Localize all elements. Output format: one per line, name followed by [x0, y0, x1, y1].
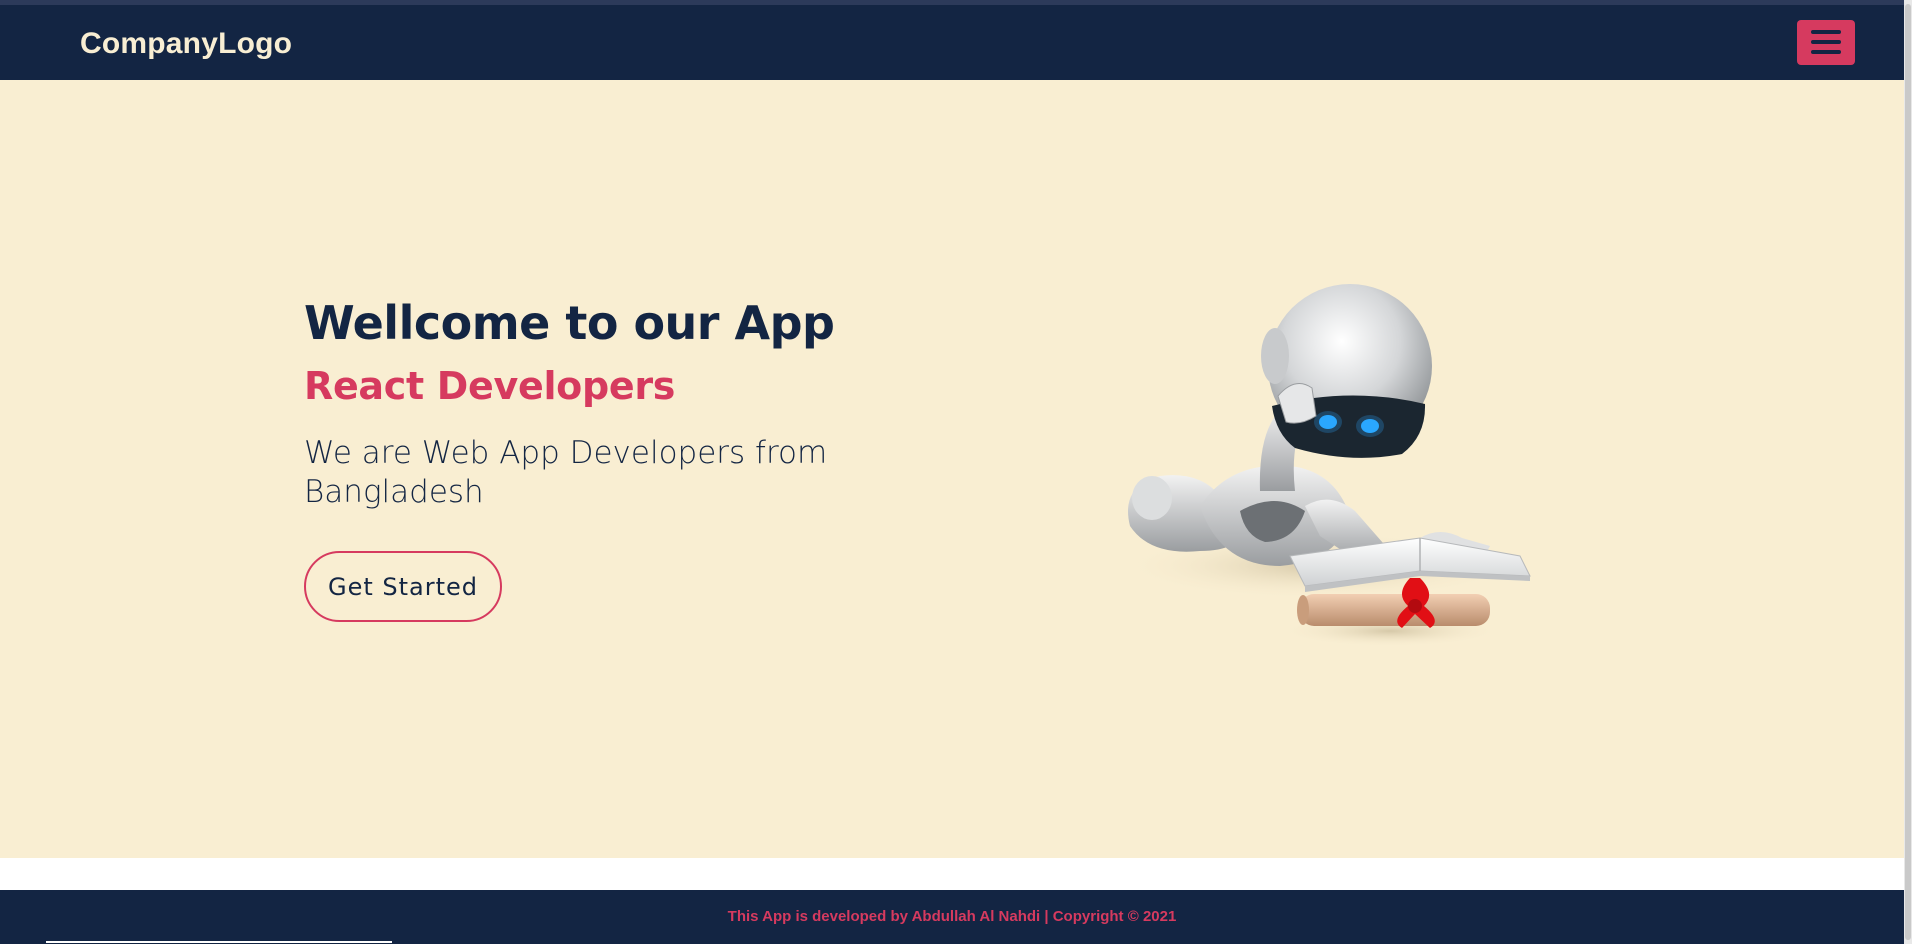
- robot-reading-book-illustration: [1120, 284, 1531, 647]
- navbar: CompanyLogo: [0, 5, 1904, 80]
- hero-description: We are Web App Developers from Banglades…: [304, 435, 828, 510]
- hamburger-menu-button[interactable]: [1797, 20, 1855, 65]
- get-started-button[interactable]: Get Started: [304, 551, 502, 622]
- footer-divider: [46, 941, 392, 943]
- company-logo[interactable]: CompanyLogo: [80, 27, 292, 61]
- hamburger-menu-icon: [1811, 30, 1841, 34]
- hero-section: Wellcome to our App React Developers We …: [0, 80, 1904, 858]
- footer: This App is developed by Abdullah Al Nah…: [0, 890, 1904, 944]
- scrollbar-thumb[interactable]: [1905, 4, 1911, 940]
- hamburger-menu-icon: [1811, 40, 1841, 44]
- hero-headline: Wellcome to our App: [304, 296, 835, 350]
- hero-subheadline: React Developers: [304, 364, 676, 408]
- hamburger-menu-icon: [1811, 50, 1841, 54]
- footer-spacer: [0, 858, 1904, 890]
- footer-copyright: This App is developed by Abdullah Al Nah…: [727, 908, 1177, 925]
